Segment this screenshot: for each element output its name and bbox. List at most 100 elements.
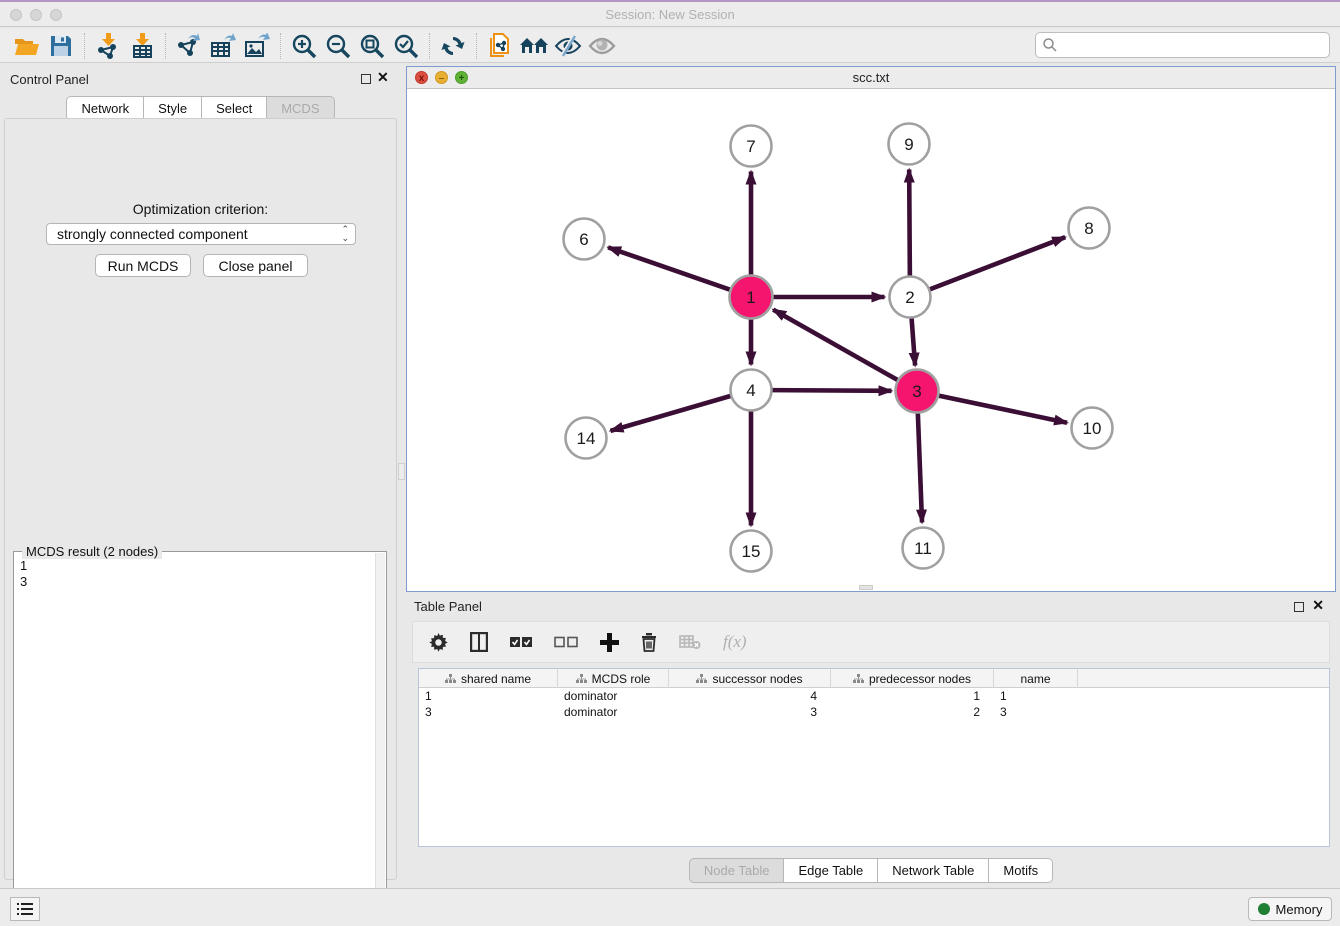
optimization-criterion-select[interactable]: strongly connected component ⌃⌄ [46, 223, 356, 245]
column-header-successor-nodes[interactable]: successor nodes [669, 669, 831, 688]
table-panel-close-button[interactable]: ✕ [1312, 597, 1324, 614]
apply-layout-icon[interactable] [436, 32, 470, 60]
graph-edge-2-3[interactable] [912, 318, 916, 365]
task-history-button[interactable] [10, 897, 40, 921]
tab-network-table[interactable]: Network Table [878, 858, 989, 883]
table-cell[interactable]: dominator [558, 704, 669, 720]
column-header-name[interactable]: name [994, 669, 1078, 688]
fit-content-icon[interactable] [355, 32, 389, 60]
table-cell[interactable]: 3 [419, 704, 558, 720]
column-mode-icon[interactable] [470, 632, 488, 652]
open-file-icon[interactable] [10, 32, 44, 60]
column-header-label: shared name [461, 672, 531, 686]
table-cell[interactable]: 1 [831, 688, 994, 704]
graph-node-label-11: 11 [914, 539, 932, 558]
graph-node-label-4: 4 [746, 381, 755, 400]
column-header-shared-name[interactable]: shared name [419, 669, 558, 688]
clear-checks-icon[interactable] [554, 636, 578, 648]
export-network-icon[interactable] [172, 32, 206, 60]
memory-label: Memory [1276, 902, 1323, 917]
table-row[interactable]: 1dominator411 [419, 688, 1329, 704]
close-panel-button[interactable]: Close panel [203, 254, 308, 277]
column-header-label: predecessor nodes [869, 672, 971, 686]
graph-edge-3-1[interactable] [773, 310, 898, 381]
import-network-icon[interactable] [91, 32, 125, 60]
zoom-out-icon[interactable] [321, 32, 355, 60]
control-panel-float-button[interactable] [361, 74, 371, 84]
graph-edge-4-14[interactable] [610, 396, 730, 431]
graph-node-label-7: 7 [746, 137, 755, 156]
panel-splitter-handle[interactable] [398, 463, 405, 480]
column-header-filler [1078, 669, 1329, 688]
graph-node-label-6: 6 [579, 230, 588, 249]
chevron-up-down-icon: ⌃⌄ [341, 225, 349, 243]
run-mcds-button[interactable]: Run MCDS [95, 254, 191, 277]
memory-button[interactable]: Memory [1248, 897, 1332, 921]
column-header-MCDS-role[interactable]: MCDS role [558, 669, 669, 688]
toolbar-separator [476, 33, 477, 59]
tab-node-table[interactable]: Node Table [689, 858, 785, 883]
select-all-checks-icon[interactable] [510, 636, 532, 648]
mcds-result-text[interactable]: 1 3 [20, 558, 27, 590]
graph-edge-3-10[interactable] [938, 395, 1067, 422]
column-header-label: successor nodes [712, 672, 802, 686]
clone-network-icon[interactable] [483, 32, 517, 60]
network-window-titlebar[interactable]: x – + scc.txt [407, 67, 1335, 89]
table-cell[interactable]: 3 [669, 704, 831, 720]
search-icon [1042, 37, 1058, 53]
tab-motifs[interactable]: Motifs [989, 858, 1053, 883]
tab-edge-table[interactable]: Edge Table [784, 858, 878, 883]
delete-table-icon[interactable] [679, 634, 701, 650]
table-cell[interactable]: 2 [831, 704, 994, 720]
function-builder-icon[interactable]: f(x) [723, 632, 747, 652]
show-all-icon[interactable] [585, 32, 619, 60]
first-neighbors-icon[interactable] [517, 32, 551, 60]
export-table-icon[interactable] [206, 32, 240, 60]
table-cell[interactable]: 4 [669, 688, 831, 704]
table-cell[interactable]: 1 [994, 688, 1078, 704]
result-scrollbar[interactable] [375, 553, 385, 925]
network-window: x – + scc.txt 7961284314101511 [406, 66, 1336, 592]
node-table: shared name MCDS role successor nodes prede… [418, 668, 1330, 847]
hide-selected-icon[interactable] [551, 32, 585, 60]
app-titlebar: Session: New Session [0, 0, 1340, 27]
add-column-icon[interactable] [600, 633, 619, 652]
column-header-predecessor-nodes[interactable]: predecessor nodes [831, 669, 994, 688]
graph-node-label-14: 14 [577, 429, 596, 448]
delete-column-icon[interactable] [641, 632, 657, 652]
graph-edge-2-9[interactable] [909, 169, 910, 275]
zoom-in-icon[interactable] [287, 32, 321, 60]
table-cell[interactable]: 1 [419, 688, 558, 704]
search-input[interactable] [1035, 32, 1330, 58]
graph-node-label-10: 10 [1083, 419, 1102, 438]
gear-icon[interactable] [429, 633, 448, 652]
graph-edge-1-6[interactable] [608, 247, 731, 290]
network-resize-handle[interactable] [859, 585, 873, 590]
graph-node-label-15: 15 [742, 542, 761, 561]
table-cell[interactable]: 3 [994, 704, 1078, 720]
network-canvas[interactable]: 7961284314101511 [407, 89, 1335, 591]
save-session-icon[interactable] [44, 32, 78, 60]
app-title: Session: New Session [0, 7, 1340, 22]
table-header-row: shared name MCDS role successor nodes prede… [419, 669, 1329, 688]
graph-edge-2-8[interactable] [930, 237, 1065, 289]
table-toolbar: f(x) [412, 621, 1330, 663]
mcds-result-title: MCDS result (2 nodes) [22, 544, 162, 559]
table-cell[interactable]: dominator [558, 688, 669, 704]
zoom-selected-icon[interactable] [389, 32, 423, 60]
export-image-icon[interactable] [240, 32, 274, 60]
toolbar-separator [84, 33, 85, 59]
toolbar-separator [280, 33, 281, 59]
graph-edge-4-3[interactable] [772, 390, 891, 391]
table-row[interactable]: 3dominator323 [419, 704, 1329, 720]
column-header-label: name [1020, 672, 1050, 686]
control-panel: Control Panel ✕ Network Style Select MCD… [0, 64, 401, 886]
graph-node-label-3: 3 [912, 382, 921, 401]
import-table-icon[interactable] [125, 32, 159, 60]
column-header-label: MCDS role [592, 672, 651, 686]
graph-edge-3-11[interactable] [918, 412, 922, 522]
control-panel-close-button[interactable]: ✕ [377, 69, 389, 86]
table-panel-float-button[interactable] [1294, 602, 1304, 612]
list-icon [17, 902, 33, 916]
graph-node-label-2: 2 [905, 288, 914, 307]
